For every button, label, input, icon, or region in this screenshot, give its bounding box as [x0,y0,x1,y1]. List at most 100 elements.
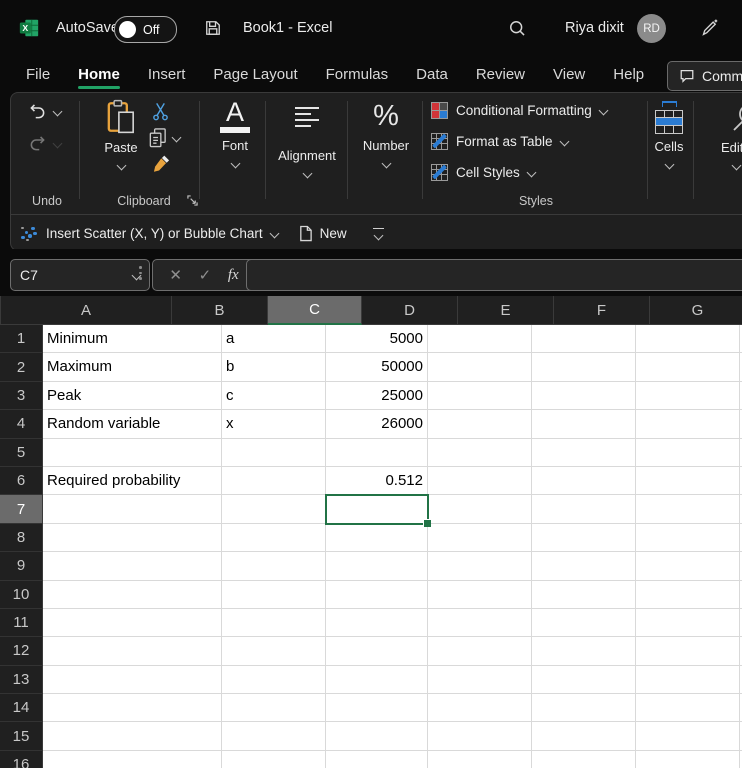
formula-input[interactable] [246,259,742,291]
cell-B8[interactable] [222,524,326,552]
cell-B15[interactable] [222,722,326,750]
cell-A14[interactable] [43,694,222,722]
cell-C16[interactable] [326,751,428,768]
column-header-C[interactable]: C [268,296,362,325]
cell-B14[interactable] [222,694,326,722]
cell-E8[interactable] [532,524,636,552]
tab-insert[interactable]: Insert [148,57,186,92]
cell-B3[interactable]: c [222,382,326,410]
cell-A9[interactable] [43,552,222,580]
avatar[interactable]: RD [637,14,666,43]
cell-F4[interactable] [636,410,740,438]
cell-A2[interactable]: Maximum [43,353,222,381]
comments-button[interactable]: Comments [667,61,742,91]
row-header-5[interactable]: 5 [0,439,43,467]
cell-E3[interactable] [532,382,636,410]
cell-D15[interactable] [428,722,532,750]
tab-formulas[interactable]: Formulas [326,57,389,92]
cell-B13[interactable] [222,666,326,694]
qat-overflow-button[interactable] [373,228,384,239]
cell-A7[interactable] [43,495,222,523]
row-header-1[interactable]: 1 [0,325,43,353]
row-header-11[interactable]: 11 [0,609,43,637]
cell-A10[interactable] [43,581,222,609]
cell-D14[interactable] [428,694,532,722]
cell-D12[interactable] [428,637,532,665]
autosave-toggle[interactable]: Off [114,16,177,43]
cell-E2[interactable] [532,353,636,381]
cell-D4[interactable] [428,410,532,438]
insert-function-icon[interactable]: fx [228,267,239,284]
cell-D16[interactable] [428,751,532,768]
cut-button[interactable] [151,101,170,122]
row-header-9[interactable]: 9 [0,552,43,580]
cell-F5[interactable] [636,439,740,467]
cell-A4[interactable]: Random variable [43,410,222,438]
cell-styles-button[interactable]: Cell Styles [431,164,535,181]
cell-D9[interactable] [428,552,532,580]
cell-D7[interactable] [428,495,532,523]
cell-C8[interactable] [326,524,428,552]
cell-B5[interactable] [222,439,326,467]
cell-F10[interactable] [636,581,740,609]
tab-file[interactable]: File [26,57,50,92]
cell-B6[interactable] [222,467,326,495]
cell-C11[interactable] [326,609,428,637]
row-header-16[interactable]: 16 [0,751,43,768]
cell-D11[interactable] [428,609,532,637]
clipboard-dialog-launcher-icon[interactable] [187,195,198,206]
cell-A5[interactable] [43,439,222,467]
new-button[interactable]: New [320,226,347,241]
cell-E9[interactable] [532,552,636,580]
pen-icon[interactable] [698,17,720,39]
cell-E1[interactable] [532,325,636,353]
cell-C1[interactable]: 5000 [326,325,428,353]
chevron-down-icon[interactable] [172,133,182,143]
cell-F12[interactable] [636,637,740,665]
row-header-3[interactable]: 3 [0,382,43,410]
cell-D13[interactable] [428,666,532,694]
cell-C7[interactable] [326,495,428,523]
name-box[interactable]: C7 [10,259,150,291]
redo-button[interactable] [27,133,61,154]
row-header-15[interactable]: 15 [0,722,43,750]
cell-A15[interactable] [43,722,222,750]
column-header-B[interactable]: B [172,296,268,325]
cell-C2[interactable]: 50000 [326,353,428,381]
row-header-2[interactable]: 2 [0,353,43,381]
tab-page-layout[interactable]: Page Layout [213,57,297,92]
cell-C14[interactable] [326,694,428,722]
insert-scatter-chart-button[interactable]: Insert Scatter (X, Y) or Bubble Chart [46,226,263,241]
conditional-formatting-button[interactable]: Conditional Formatting [431,102,607,119]
cell-D8[interactable] [428,524,532,552]
cell-B10[interactable] [222,581,326,609]
chevron-down-icon[interactable] [53,107,63,117]
cell-D10[interactable] [428,581,532,609]
drag-handle-icon[interactable] [139,266,142,280]
tab-help[interactable]: Help [613,57,644,92]
row-header-6[interactable]: 6 [0,467,43,495]
cell-F9[interactable] [636,552,740,580]
format-painter-button[interactable] [151,153,173,175]
user-name[interactable]: Riya dixit [565,20,624,36]
alignment-group-button[interactable]: Alignment [267,99,347,177]
cell-F16[interactable] [636,751,740,768]
cell-B16[interactable] [222,751,326,768]
select-all-corner[interactable] [0,296,1,325]
row-header-13[interactable]: 13 [0,666,43,694]
cell-C9[interactable] [326,552,428,580]
cell-E10[interactable] [532,581,636,609]
cell-F1[interactable] [636,325,740,353]
cell-E4[interactable] [532,410,636,438]
cell-B12[interactable] [222,637,326,665]
cell-F6[interactable] [636,467,740,495]
cell-E11[interactable] [532,609,636,637]
cell-B4[interactable]: x [222,410,326,438]
column-header-F[interactable]: F [554,296,650,325]
cell-D1[interactable] [428,325,532,353]
cell-C13[interactable] [326,666,428,694]
cell-A1[interactable]: Minimum [43,325,222,353]
save-icon[interactable] [203,18,223,38]
row-header-8[interactable]: 8 [0,524,43,552]
undo-button[interactable] [27,101,61,122]
